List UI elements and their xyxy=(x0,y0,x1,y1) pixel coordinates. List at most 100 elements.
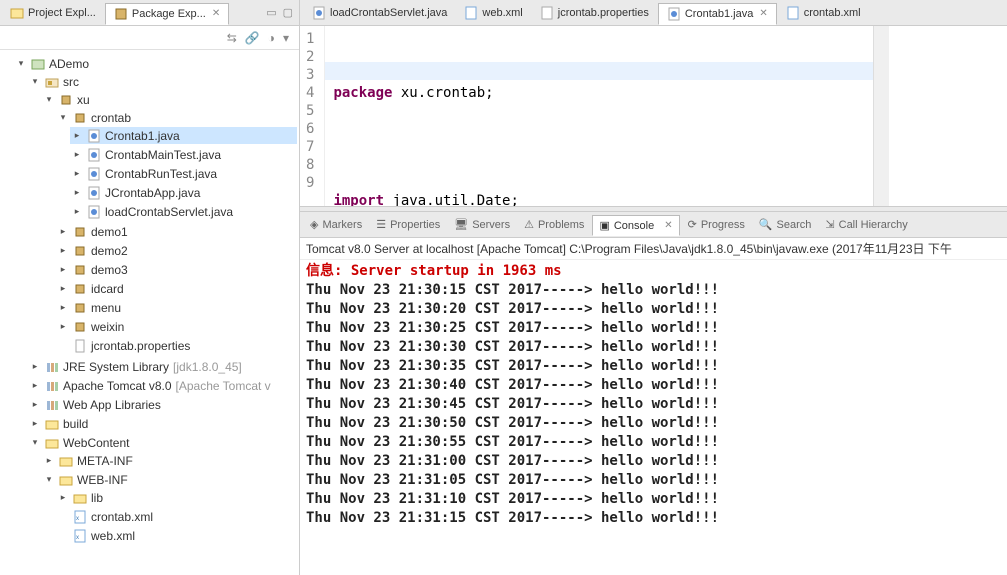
node-label: demo2 xyxy=(91,244,128,258)
library-icon xyxy=(44,359,59,374)
close-icon[interactable]: ✕ xyxy=(212,8,220,19)
node-label: web.xml xyxy=(91,529,135,543)
package-icon xyxy=(58,92,73,107)
minimize-icon[interactable]: ▭ xyxy=(266,6,276,19)
editor-scrollbar[interactable] xyxy=(873,26,889,206)
view-menu-icon[interactable]: ▾ xyxy=(283,31,289,45)
console-line: Thu Nov 23 21:30:45 CST 2017-----> hello… xyxy=(306,395,1001,414)
library-node[interactable]: ▸Apache Tomcat v8.0 [Apache Tomcat v xyxy=(28,377,297,394)
bottom-tab-problems[interactable]: ⚠Problems xyxy=(518,215,590,234)
java-file-node[interactable]: ▸CrontabRunTest.java xyxy=(70,165,297,182)
bottom-tab-markers[interactable]: ◈Markers xyxy=(304,215,368,234)
view-tab-project-explorer[interactable]: Project Expl... xyxy=(2,3,104,23)
tab-label: jcrontab.properties xyxy=(558,7,649,19)
code-editor[interactable]: 123456789 package xu.crontab; import jav… xyxy=(300,26,1007,206)
tab-icon: ▣ xyxy=(599,219,609,232)
package-node[interactable]: ▸demo3 xyxy=(56,261,297,278)
library-node[interactable]: ▸Web App Libraries xyxy=(28,396,297,413)
java-file-node[interactable]: ▸CrontabMainTest.java xyxy=(70,146,297,163)
tab-label: web.xml xyxy=(482,7,522,19)
editor-tab[interactable]: crontab.xml xyxy=(778,3,869,23)
tab-label: Search xyxy=(777,219,812,231)
lib-folder[interactable]: ▸lib xyxy=(56,489,297,506)
bottom-tab-servers[interactable]: 🖥Servers xyxy=(448,215,516,234)
close-icon[interactable]: ✕ xyxy=(759,8,767,19)
node-label: JCrontabApp.java xyxy=(105,186,200,200)
package-icon xyxy=(72,262,87,277)
package-node[interactable]: ▸demo1 xyxy=(56,223,297,240)
java-file-node[interactable]: ▸Crontab1.java xyxy=(70,127,297,144)
package-node[interactable]: ▸demo2 xyxy=(56,242,297,259)
java-file-node[interactable]: ▸JCrontabApp.java xyxy=(70,184,297,201)
editor-tab[interactable]: web.xml xyxy=(456,3,530,23)
package-tree[interactable]: ▾ ADemo ▾src ▾xu ▾crontab xyxy=(0,50,299,575)
editor-tab[interactable]: Crontab1.java✕ xyxy=(658,3,777,25)
src-folder[interactable]: ▾src xyxy=(28,73,297,90)
code-body[interactable]: package xu.crontab; import java.util.Dat… xyxy=(325,26,872,206)
tab-label: Project Expl... xyxy=(28,7,96,19)
node-label: WebContent xyxy=(63,436,130,450)
editor-tab[interactable]: jcrontab.properties xyxy=(532,3,657,23)
bottom-tab-console[interactable]: ▣ Console ✕ xyxy=(592,215,679,236)
node-label: WEB-INF xyxy=(77,473,128,487)
svg-text:x: x xyxy=(76,516,79,522)
node-label: CrontabRunTest.java xyxy=(105,167,217,181)
library-suffix: [Apache Tomcat v xyxy=(176,379,271,393)
tab-label: Progress xyxy=(701,219,745,231)
library-icon xyxy=(44,378,59,393)
console-output[interactable]: 信息: Server startup in 1963 ms Thu Nov 23… xyxy=(300,260,1007,575)
file-jcrontab-properties[interactable]: jcrontab.properties xyxy=(56,337,297,354)
editor-tabs: loadCrontabServlet.java web.xml jcrontab.p… xyxy=(300,0,1007,26)
file-crontab-xml[interactable]: xcrontab.xml xyxy=(56,508,297,525)
folder-icon xyxy=(58,472,73,487)
node-label: loadCrontabServlet.java xyxy=(105,205,233,219)
console-line: Thu Nov 23 21:30:25 CST 2017-----> hello… xyxy=(306,319,1001,338)
project-label: ADemo xyxy=(49,57,89,71)
node-label: Crontab1.java xyxy=(105,129,180,143)
bottom-tab-properties[interactable]: ☰Properties xyxy=(370,215,446,234)
package-crontab[interactable]: ▾crontab xyxy=(56,109,297,126)
project-node[interactable]: ▾ ADemo xyxy=(14,55,297,72)
bottom-tab-search[interactable]: 🔍 Search xyxy=(753,215,818,234)
tab-label: Console xyxy=(614,220,654,232)
console-line: Thu Nov 23 21:31:10 CST 2017-----> hello… xyxy=(306,490,1001,509)
collapse-all-icon[interactable]: ⇆ xyxy=(227,31,237,45)
focus-icon[interactable]: ◑ xyxy=(268,31,275,45)
webinf-folder[interactable]: ▾WEB-INF xyxy=(42,471,297,488)
package-node[interactable]: ▸idcard xyxy=(56,280,297,297)
maximize-icon[interactable]: ▢ xyxy=(283,6,293,19)
java-file-icon xyxy=(86,128,101,143)
package-icon xyxy=(72,110,87,125)
link-editor-icon[interactable]: 🔗 xyxy=(245,31,260,45)
editor-tab[interactable]: loadCrontabServlet.java xyxy=(304,3,455,23)
close-icon[interactable]: ✕ xyxy=(664,220,672,231)
build-folder[interactable]: ▸build xyxy=(28,415,297,432)
library-node[interactable]: ▸JRE System Library [jdk1.8.0_45] xyxy=(28,358,297,375)
tab-icon: 🔍 xyxy=(759,218,773,231)
node-label: menu xyxy=(91,301,121,315)
java-file-node[interactable]: ▸loadCrontabServlet.java xyxy=(70,203,297,220)
webcontent-folder[interactable]: ▾WebContent xyxy=(28,434,297,451)
package-node[interactable]: ▸menu xyxy=(56,299,297,316)
tab-icon: ☰ xyxy=(376,218,386,231)
console-line: Thu Nov 23 21:30:15 CST 2017-----> hello… xyxy=(306,281,1001,300)
node-label: idcard xyxy=(91,282,124,296)
bottom-tab-progress[interactable]: ⟳Progress xyxy=(682,215,751,234)
package-xu[interactable]: ▾xu xyxy=(42,91,297,108)
package-icon xyxy=(72,224,87,239)
node-label: Apache Tomcat v8.0 xyxy=(63,379,172,393)
tab-label: crontab.xml xyxy=(804,7,861,19)
left-view-tabs: Project Expl... Package Exp... ✕ ▭ ▢ xyxy=(0,0,299,26)
bottom-tab-call-hierarchy[interactable]: ⇲Call Hierarchy xyxy=(819,215,913,234)
folder-icon xyxy=(58,453,73,468)
package-node[interactable]: ▸weixin xyxy=(56,318,297,335)
tab-icon: ⇲ xyxy=(825,218,834,231)
package-icon xyxy=(114,7,128,21)
java-file-icon xyxy=(86,204,101,219)
java-file-icon xyxy=(86,185,101,200)
metainf-folder[interactable]: ▸META-INF xyxy=(42,452,297,469)
tab-label: Problems xyxy=(538,219,584,231)
view-tab-package-explorer[interactable]: Package Exp... ✕ xyxy=(105,3,229,25)
console-line: Thu Nov 23 21:31:05 CST 2017-----> hello… xyxy=(306,471,1001,490)
file-web-xml[interactable]: xweb.xml xyxy=(56,527,297,544)
